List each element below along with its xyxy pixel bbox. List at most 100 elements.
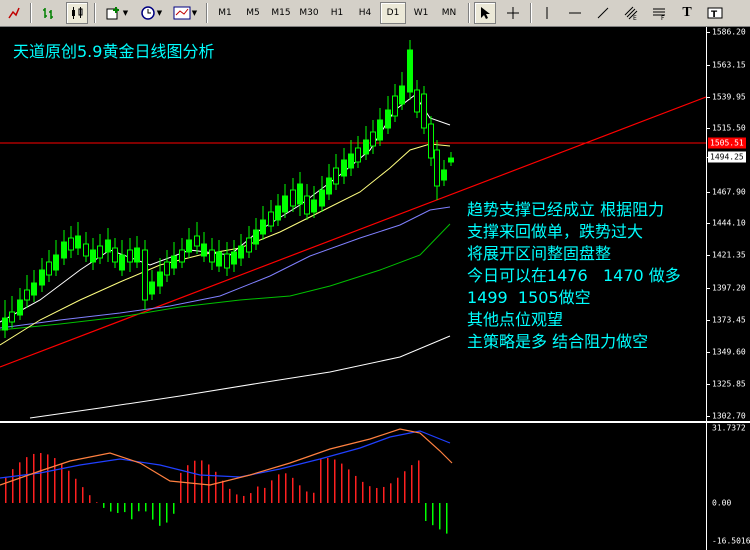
candle-body bbox=[83, 243, 89, 257]
timeframe-m5[interactable]: M5 bbox=[240, 2, 266, 24]
histogram-bar bbox=[152, 503, 154, 520]
timeframe-w1[interactable]: W1 bbox=[408, 2, 434, 24]
candle-body bbox=[282, 195, 288, 213]
histogram-bar bbox=[89, 495, 91, 503]
candle-body bbox=[275, 205, 281, 221]
trendline-icon[interactable] bbox=[592, 2, 614, 24]
histogram-bar bbox=[390, 483, 392, 503]
candle-body bbox=[224, 253, 230, 269]
histogram-bar bbox=[236, 494, 238, 503]
timeframe-m15[interactable]: M15 bbox=[268, 2, 294, 24]
histogram-bar bbox=[257, 486, 259, 503]
candle-body bbox=[355, 147, 361, 163]
histogram-bar bbox=[243, 495, 245, 503]
candle-body bbox=[246, 237, 252, 253]
vertical-line-icon[interactable] bbox=[536, 2, 558, 24]
candlestick-icon[interactable] bbox=[66, 2, 88, 24]
candle-body bbox=[119, 254, 125, 271]
new-chart-icon[interactable]: ▼ bbox=[102, 2, 132, 24]
price-axis-label: 1467.90 bbox=[712, 187, 746, 197]
price-axis-label: 1302.70 bbox=[712, 411, 746, 421]
candle-body bbox=[348, 153, 354, 169]
histogram-bar bbox=[180, 472, 182, 503]
timeframe-d1[interactable]: D1 bbox=[380, 2, 406, 24]
candle-body bbox=[370, 131, 376, 147]
timeframe-m30[interactable]: M30 bbox=[296, 2, 322, 24]
price-axis-label: 1563.15 bbox=[712, 60, 746, 70]
candle-body bbox=[290, 189, 296, 207]
candle-body bbox=[31, 282, 37, 296]
fibonacci-icon[interactable]: F bbox=[648, 2, 670, 24]
analysis-note-line: 将展开区间整固盘整 bbox=[467, 244, 612, 263]
histogram-bar bbox=[404, 471, 406, 503]
resistance-price-label: 1505.51 bbox=[708, 137, 746, 149]
histogram-bar bbox=[201, 460, 203, 503]
text-label-icon[interactable]: T bbox=[704, 2, 726, 24]
analysis-note-line: 其他点位观望 bbox=[467, 310, 564, 329]
histogram-bar bbox=[75, 478, 77, 503]
histogram-bar bbox=[173, 503, 175, 514]
candle-body bbox=[149, 281, 155, 295]
histogram-bar bbox=[341, 463, 343, 503]
indicator-axis-label: 0.00 bbox=[712, 498, 732, 508]
candle-body bbox=[194, 235, 200, 247]
histogram-bar bbox=[278, 474, 280, 503]
cursor-icon[interactable] bbox=[474, 2, 496, 24]
candle-body bbox=[311, 199, 317, 213]
histogram-bar bbox=[33, 453, 35, 503]
candle-body bbox=[186, 239, 192, 253]
histogram-bar bbox=[264, 487, 266, 503]
timeframe-m1[interactable]: M1 bbox=[212, 2, 238, 24]
candle-body bbox=[268, 211, 274, 227]
timeframe-h4[interactable]: H4 bbox=[352, 2, 378, 24]
template-icon[interactable]: ▼ bbox=[170, 2, 200, 24]
zoom-in-icon[interactable] bbox=[3, 2, 25, 24]
equidistant-channel-icon[interactable]: E bbox=[620, 2, 642, 24]
candle-body bbox=[341, 159, 347, 177]
histogram-bar bbox=[355, 475, 357, 503]
histogram-bar bbox=[397, 477, 399, 503]
current-price-label: 1494.25 bbox=[708, 151, 746, 163]
analysis-note-line: 趋势支撑已经成立 根据阻力 bbox=[467, 200, 665, 219]
candle-body bbox=[97, 245, 103, 259]
histogram-bar bbox=[138, 503, 140, 512]
candle-body bbox=[385, 109, 391, 129]
histogram-bar bbox=[425, 503, 427, 521]
histogram-bar bbox=[19, 462, 21, 503]
candle-body bbox=[407, 49, 413, 93]
histogram-bar bbox=[12, 469, 14, 503]
histogram-bar bbox=[376, 487, 378, 503]
candle-body bbox=[112, 247, 118, 263]
histogram-bar bbox=[96, 502, 98, 503]
candle-body bbox=[201, 243, 207, 257]
histogram-bar bbox=[194, 460, 196, 503]
candle-body bbox=[90, 249, 96, 263]
candle-body bbox=[127, 249, 133, 263]
histogram-bar bbox=[124, 503, 126, 513]
candle-body bbox=[238, 245, 244, 259]
timeframe-mn[interactable]: MN bbox=[436, 2, 462, 24]
text-tool-icon[interactable]: T bbox=[676, 2, 698, 24]
candle-body bbox=[171, 255, 177, 269]
clock-icon[interactable]: ▼ bbox=[136, 2, 166, 24]
candle-body bbox=[68, 237, 74, 251]
indicator-axis-label: 31.7372 bbox=[712, 423, 746, 433]
indicator-axis bbox=[706, 423, 750, 550]
candle-body bbox=[134, 247, 140, 263]
analysis-note-line: 主策略是多 结合阻力做空 bbox=[467, 332, 649, 351]
analysis-note-line: 1499 1505做空 bbox=[467, 288, 591, 307]
timeframe-h1[interactable]: H1 bbox=[324, 2, 350, 24]
histogram-bar bbox=[117, 503, 119, 513]
histogram-bar bbox=[334, 459, 336, 503]
chart-title: 天道原创5.9黄金日线图分析 bbox=[13, 42, 215, 61]
bar-chart-icon[interactable] bbox=[38, 2, 60, 24]
crosshair-icon[interactable] bbox=[502, 2, 524, 24]
histogram-bar bbox=[222, 480, 224, 503]
svg-text:F: F bbox=[661, 15, 665, 20]
histogram-bar bbox=[54, 458, 56, 503]
horizontal-line-icon[interactable] bbox=[564, 2, 586, 24]
candle-body bbox=[209, 249, 215, 263]
histogram-bar bbox=[285, 473, 287, 503]
candle-body bbox=[333, 167, 339, 185]
indicator-panel[interactable] bbox=[0, 423, 706, 550]
